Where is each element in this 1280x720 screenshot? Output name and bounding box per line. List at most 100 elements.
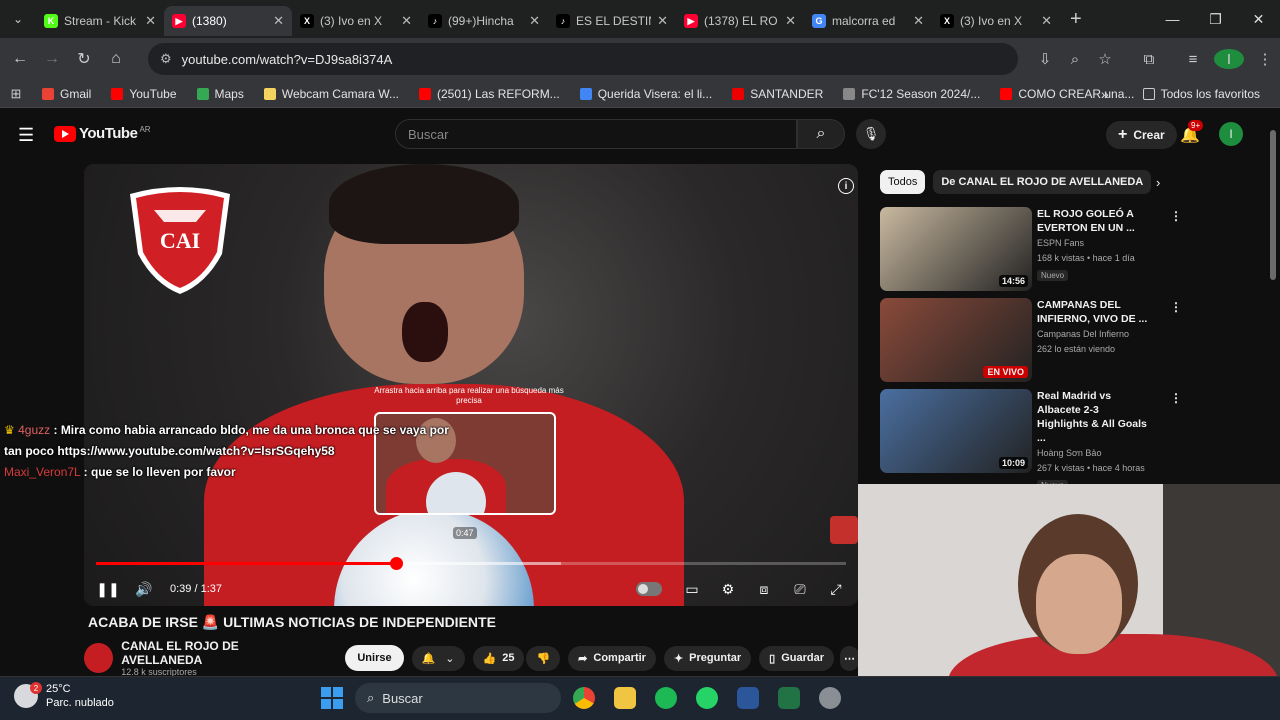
account-avatar[interactable]: I xyxy=(1219,122,1243,146)
settings-icon[interactable]: ⚙ xyxy=(710,581,746,598)
apps-icon[interactable]: ⊞ xyxy=(0,86,32,102)
bookmark-item[interactable]: Querida Visera: el li... xyxy=(570,87,723,101)
ask-button[interactable]: ✦ Preguntar xyxy=(663,645,752,671)
new-tab-button[interactable]: + xyxy=(1070,8,1082,31)
more-options-icon[interactable]: ⋮ xyxy=(1170,391,1182,405)
chip-all[interactable]: Todos xyxy=(880,170,926,194)
recommended-video[interactable]: EN VIVO CAMPANAS DEL INFIERNO, VIVO DE ..… xyxy=(880,298,1182,382)
back-icon[interactable]: ← xyxy=(4,50,36,68)
reload-icon[interactable]: ↻ xyxy=(68,49,100,69)
video-title[interactable]: EL ROJO GOLEÓ A EVERTON EN UN ... xyxy=(1037,207,1153,235)
video-thumbnail[interactable]: 10:09 xyxy=(880,389,1032,473)
video-title[interactable]: Real Madrid vs Albacete 2-3 Highlights &… xyxy=(1037,389,1153,445)
close-tab-icon[interactable]: ✕ xyxy=(657,13,668,29)
channel-watermark-icon[interactable] xyxy=(830,516,858,544)
settings-app-icon[interactable] xyxy=(819,687,841,709)
bookmark-item[interactable]: FC'12 Season 2024/... xyxy=(833,87,990,101)
youtube-logo[interactable]: YouTube AR xyxy=(54,125,151,142)
minimize-icon[interactable]: — xyxy=(1151,0,1194,38)
excel-icon[interactable] xyxy=(778,687,800,709)
all-bookmarks-folder[interactable]: Todos los favoritos xyxy=(1133,87,1270,101)
chrome-icon[interactable] xyxy=(573,687,595,709)
create-button[interactable]: + Crear xyxy=(1106,121,1177,149)
video-thumbnail[interactable]: 14:56 xyxy=(880,207,1032,291)
progress-bar[interactable] xyxy=(96,557,846,570)
file-explorer-icon[interactable] xyxy=(614,687,636,709)
bookmark-item[interactable]: Webcam Camara W... xyxy=(254,87,409,101)
whatsapp-icon[interactable] xyxy=(696,687,718,709)
bookmark-item[interactable]: YouTube xyxy=(101,87,186,101)
fullscreen-icon[interactable]: ⤢ xyxy=(818,581,854,598)
bookmark-item[interactable]: Maps xyxy=(187,87,254,101)
omnibox[interactable]: ⚙ youtube.com/watch?v=DJ9sa8i374A xyxy=(148,43,1018,75)
browser-tab[interactable]: Gmalcorra ed ✕ xyxy=(804,6,932,36)
zoom-icon[interactable]: ⌕ xyxy=(1060,51,1090,68)
bookmark-item[interactable]: SANTANDER xyxy=(722,87,833,101)
voice-search-button[interactable]: 🎙 xyxy=(856,119,886,149)
notify-button[interactable]: 🔔 ⌄ xyxy=(411,645,465,671)
home-icon[interactable]: ⌂ xyxy=(100,50,132,68)
miniplayer-icon[interactable]: ⧈ xyxy=(746,581,782,598)
browser-tab[interactable]: ♪ (99+)Hincha ✕ xyxy=(420,6,548,36)
close-window-icon[interactable]: ✕ xyxy=(1237,0,1280,38)
channel-name[interactable]: Campanas Del Infierno xyxy=(1037,328,1153,341)
browser-tab[interactable]: X (3) Ivo en X ✕ xyxy=(292,6,420,36)
subtitles-icon[interactable]: ▭ xyxy=(674,581,710,598)
spotify-icon[interactable] xyxy=(655,687,677,709)
word-icon[interactable] xyxy=(737,687,759,709)
recommended-video[interactable]: 14:56 EL ROJO GOLEÓ A EVERTON EN UN ... ES… xyxy=(880,207,1182,291)
chevron-right-icon[interactable]: › xyxy=(1156,175,1160,190)
browser-tab[interactable]: ▶ (1378) EL RO ✕ xyxy=(676,6,804,36)
browser-tab[interactable]: ▶ (1380) ✕ xyxy=(164,6,292,36)
more-options-icon[interactable]: ⋮ xyxy=(1170,300,1182,314)
recommended-video[interactable]: 10:09 Real Madrid vs Albacete 2-3 Highlig… xyxy=(880,389,1182,491)
bookmark-item[interactable]: (2501) Las REFORM... xyxy=(409,87,570,101)
media-control-icon[interactable]: ≡ xyxy=(1178,51,1208,68)
forward-icon[interactable]: → xyxy=(36,50,68,68)
taskbar-search[interactable]: ⌕ Buscar xyxy=(355,683,561,713)
menu-icon[interactable]: ☰ xyxy=(18,125,34,146)
profile-avatar[interactable]: I xyxy=(1214,49,1244,69)
scrubber-handle[interactable] xyxy=(390,557,403,570)
join-button[interactable]: Unirse xyxy=(345,645,404,671)
pause-icon[interactable]: ❚❚ xyxy=(90,581,126,598)
dislike-button[interactable]: 👎 xyxy=(526,645,561,671)
chip-channel[interactable]: De CANAL EL ROJO DE AVELLANEDA xyxy=(933,170,1152,194)
tab-search-icon[interactable]: ⌄ xyxy=(0,12,36,26)
info-icon[interactable]: i xyxy=(838,178,854,194)
close-tab-icon[interactable]: ✕ xyxy=(785,13,796,29)
start-button[interactable] xyxy=(321,687,343,709)
close-tab-icon[interactable]: ✕ xyxy=(145,13,156,29)
close-tab-icon[interactable]: ✕ xyxy=(273,13,284,29)
chrome-menu-icon[interactable]: ⋮ xyxy=(1250,50,1280,68)
search-button[interactable]: ⌕ xyxy=(797,119,845,149)
more-options-icon[interactable]: ⋮ xyxy=(1170,209,1182,223)
close-tab-icon[interactable]: ✕ xyxy=(401,13,412,29)
video-player[interactable]: CAI i Arrastra hacia arriba para realiza… xyxy=(84,164,858,606)
browser-tab[interactable]: ♪ ES EL DESTIN ✕ xyxy=(548,6,676,36)
channel-avatar[interactable] xyxy=(84,643,114,673)
volume-icon[interactable]: 🔊 xyxy=(126,581,162,598)
video-thumbnail[interactable]: EN VIVO xyxy=(880,298,1032,382)
like-button[interactable]: 👍 25 xyxy=(472,645,525,671)
extensions-icon[interactable]: ⧉ xyxy=(1134,51,1164,68)
page-scrollbar[interactable] xyxy=(1270,130,1276,280)
save-button[interactable]: ▯ Guardar xyxy=(759,645,834,671)
close-tab-icon[interactable]: ✕ xyxy=(913,13,924,29)
search-input[interactable]: Buscar xyxy=(395,119,797,149)
cast-icon[interactable]: ⎚ xyxy=(782,581,818,598)
close-tab-icon[interactable]: ✕ xyxy=(1041,13,1052,29)
more-actions-icon[interactable]: ⋯ xyxy=(840,645,859,671)
maximize-icon[interactable]: ❐ xyxy=(1194,0,1237,38)
site-info-icon[interactable]: ⚙ xyxy=(160,51,172,67)
channel-name[interactable]: CANAL EL ROJO DE AVELLANEDA xyxy=(121,639,317,667)
browser-tab[interactable]: X (3) Ivo en X ✕ xyxy=(932,6,1060,36)
channel-name[interactable]: Hoàng Sơn Bảo xyxy=(1037,447,1153,460)
bookmark-star-icon[interactable]: ☆ xyxy=(1090,50,1120,68)
share-button[interactable]: ➦ Compartir xyxy=(568,645,656,671)
channel-name[interactable]: ESPN Fans xyxy=(1037,237,1153,250)
more-bookmarks-icon[interactable]: » xyxy=(1101,86,1109,102)
install-icon[interactable]: ⇩ xyxy=(1030,50,1060,68)
autoplay-toggle[interactable] xyxy=(636,582,662,596)
bookmark-item[interactable]: Gmail xyxy=(32,87,101,101)
